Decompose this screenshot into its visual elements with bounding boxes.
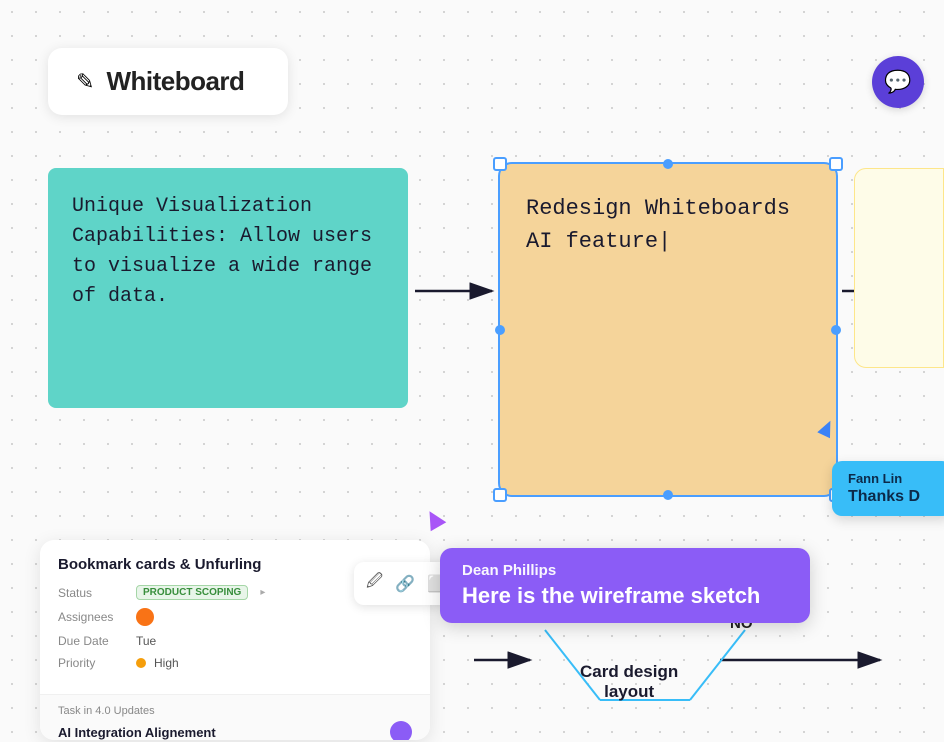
sticky-orange-text: Redesign Whiteboards AI feature| xyxy=(526,196,790,254)
priority-dot xyxy=(136,658,146,668)
priority-value: High xyxy=(154,656,179,670)
user-avatar-button[interactable]: 💬 xyxy=(872,56,924,108)
pencil-icon[interactable]: 🖉 xyxy=(366,570,383,597)
mid-handle-left[interactable] xyxy=(495,325,505,335)
sticky-note-orange[interactable]: Redesign Whiteboards AI feature| xyxy=(498,162,838,497)
title-card[interactable]: ✎ Whiteboard xyxy=(48,48,288,115)
status-badge: PRODUCT SCOPING xyxy=(136,585,248,600)
dean-phillips-message: Here is the wireframe sketch xyxy=(462,583,788,609)
mid-handle-bottom[interactable] xyxy=(663,490,673,500)
status-extra: ▸ xyxy=(260,587,265,598)
mid-handle-top[interactable] xyxy=(663,159,673,169)
due-date-label: Due Date xyxy=(58,634,128,648)
assignee-avatar xyxy=(136,608,154,626)
card-design-text: Card designlayout xyxy=(580,662,678,701)
assignees-label: Assignees xyxy=(58,610,128,624)
sticky-note-teal[interactable]: Unique Visualization Capabilities: Allow… xyxy=(48,168,408,408)
fann-lin-name: Fann Lin xyxy=(848,471,936,486)
whiteboard-icon: ✎ xyxy=(76,69,94,95)
priority-label: Priority xyxy=(58,656,128,670)
resize-handle-bl[interactable] xyxy=(493,488,507,502)
dean-phillips-name: Dean Phillips xyxy=(462,562,788,579)
flowchart-card-design-label: Card designlayout xyxy=(580,662,678,702)
task-title-text: AI Integration Alignement xyxy=(58,725,216,740)
tooltip-fann-lin: Fann Lin Thanks D xyxy=(832,461,944,516)
status-label: Status xyxy=(58,586,128,600)
chat-icon: 💬 xyxy=(884,69,911,95)
resize-handle-tr[interactable] xyxy=(829,157,843,171)
task-meta-label: Task in 4.0 Updates xyxy=(58,705,412,717)
card-right-partial xyxy=(854,168,944,368)
due-date-value: Tue xyxy=(136,634,156,648)
task-assignee-avatar xyxy=(390,721,412,740)
tooltip-dean-phillips: Dean Phillips Here is the wireframe sket… xyxy=(440,548,810,623)
sticky-teal-text: Unique Visualization Capabilities: Allow… xyxy=(72,195,372,308)
title-label: Whiteboard xyxy=(106,66,244,97)
mid-handle-right[interactable] xyxy=(831,325,841,335)
link-icon[interactable]: 🔗 xyxy=(395,574,415,594)
resize-handle-tl[interactable] xyxy=(493,157,507,171)
fann-lin-message: Thanks D xyxy=(848,488,936,506)
